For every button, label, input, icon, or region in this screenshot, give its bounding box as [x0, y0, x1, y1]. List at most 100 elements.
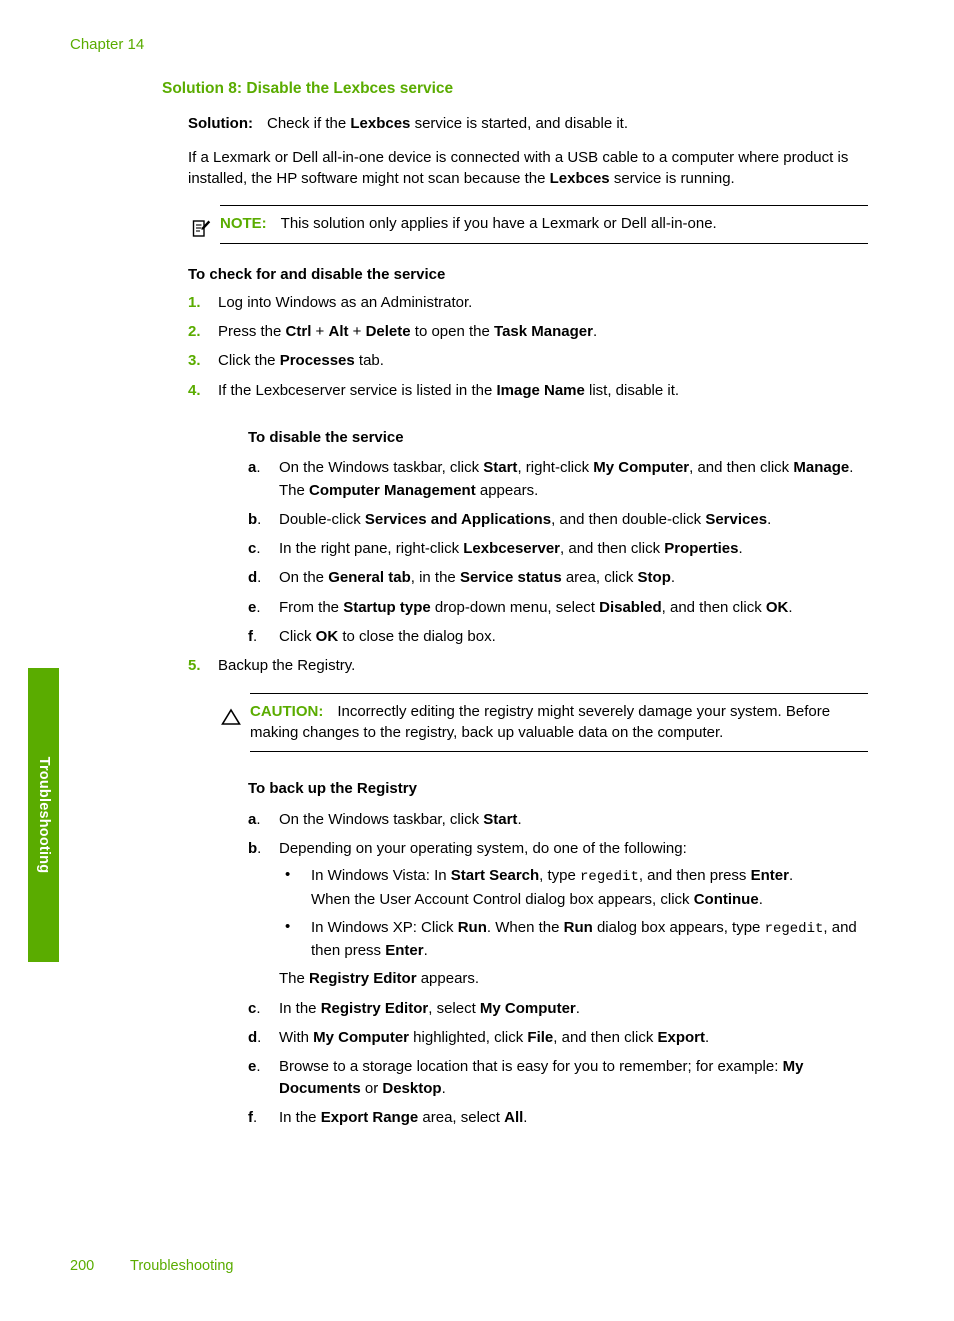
caution-body: CAUTION: Incorrectly editing the registry…	[250, 694, 868, 752]
intro-text-2: service is running.	[609, 170, 735, 188]
solution-label: Solution:	[188, 114, 253, 132]
bullet-marker: •	[285, 918, 291, 936]
step-text: , and then click	[661, 598, 766, 616]
step-marker: 3.	[188, 352, 201, 370]
list-item: • In Windows Vista: In Start Search, typ…	[279, 865, 868, 910]
step-bold: Processes	[279, 352, 355, 370]
os-bullet-list: • In Windows Vista: In Start Search, typ…	[279, 865, 868, 961]
list-item: c. In the Registry Editor, select My Com…	[248, 998, 868, 1019]
step-text: or	[360, 1079, 383, 1097]
page-title: Solution 8: Disable the Lexbces service	[162, 80, 454, 97]
bullet-text: , type	[539, 867, 581, 885]
step-text: .	[441, 1079, 446, 1097]
step-bold: File	[527, 1029, 554, 1047]
step-bold: Lexbceserver	[463, 540, 561, 558]
page-footer: 200 Troubleshooting	[70, 1258, 233, 1274]
list-item: b. Depending on your operating system, d…	[248, 838, 868, 990]
list-item: 1. Log into Windows as an Administrator.	[188, 292, 868, 313]
intro-paragraph: If a Lexmark or Dell all-in-one device i…	[188, 147, 868, 190]
sub-procedure-backup: To back up the Registry a. On the Window…	[248, 778, 868, 1128]
bullet-marker: •	[285, 866, 291, 884]
list-item: d. On the General tab, in the Service st…	[248, 567, 868, 588]
list-item: • In Windows XP: Click Run. When the Run…	[279, 917, 868, 961]
step-bold: My Computer	[313, 1029, 410, 1047]
step-text: On the Windows taskbar, click	[279, 810, 484, 828]
note-label: NOTE:	[220, 215, 267, 233]
bullet-bold: Run	[457, 919, 487, 937]
step-text: Browse to a storage location that is eas…	[279, 1058, 783, 1076]
step-marker: 1.	[188, 293, 201, 311]
step-marker-letter: d	[248, 1029, 258, 1047]
step-text: In the right pane, right-click	[279, 540, 464, 558]
step-marker: e.	[248, 598, 261, 616]
note-admonition: NOTE: This solution only applies if you h…	[188, 205, 868, 244]
intro-bold-1: Lexbces	[549, 170, 610, 188]
list-item: e. Browse to a storage location that is …	[248, 1056, 868, 1099]
list-item: e. From the Startup type drop-down menu,…	[248, 597, 868, 618]
step-text: In the	[279, 1108, 321, 1126]
document-page: Troubleshooting Chapter 14 Solution 8: D…	[0, 0, 954, 1321]
step-text: If the Lexbceserver service is listed in…	[218, 381, 497, 399]
step-marker: f.	[248, 628, 258, 646]
step-text: .	[670, 569, 676, 587]
step-text: area, select	[418, 1108, 505, 1126]
step-marker: 4.	[188, 381, 201, 399]
step-marker: 2.	[188, 323, 201, 341]
step-text: .	[523, 1108, 528, 1126]
step-marker-letter: e	[248, 1058, 257, 1076]
step-marker: b.	[248, 839, 262, 857]
command-text: regedit	[764, 921, 824, 938]
step-bold: My Computer	[593, 459, 690, 477]
chapter-running-head: Chapter 14	[70, 36, 145, 53]
procedure-title-check: To check for and disable the service	[188, 265, 446, 283]
caution-admonition: CAUTION: Incorrectly editing the registry…	[218, 692, 868, 753]
step-bold: General tab	[328, 569, 411, 587]
command-text: regedit	[580, 869, 639, 886]
body-block: Solution: Check if the Lexbces service is…	[188, 113, 868, 1129]
caution-text: Incorrectly editing the registry might s…	[250, 702, 831, 741]
list-item: f. In the Export Range area, select All.	[248, 1107, 868, 1128]
step-text: , in the	[410, 569, 460, 587]
step-text: to open the	[410, 323, 495, 341]
lettered-step-list-backup: a. On the Windows taskbar, click Start . …	[248, 809, 868, 1129]
caution-label: CAUTION:	[250, 702, 324, 720]
list-item: d. With My Computer highlighted, click F…	[248, 1027, 868, 1048]
note-text: This solution only applies if you have a…	[280, 215, 717, 233]
bullet-text: .	[423, 942, 428, 960]
procedure-title-backup: To back up the Registry	[248, 780, 417, 798]
step-marker-letter: e	[248, 598, 257, 616]
bullet-text: In Windows Vista: In	[311, 867, 451, 885]
step-text: highlighted, click	[409, 1029, 528, 1047]
step-text: On the Windows taskbar, click	[279, 459, 484, 477]
step-continuation: The Computer Management appears.	[279, 480, 868, 501]
step-text: Click the	[218, 352, 280, 370]
step-bold: Desktop	[382, 1079, 442, 1097]
step-marker: d.	[248, 1029, 262, 1047]
intro-text-1: If a Lexmark or Dell all-in-one device i…	[188, 148, 849, 188]
bullet-bold: Enter	[750, 867, 789, 885]
step-text: In the	[279, 999, 321, 1017]
footer-page-number: 200	[70, 1258, 95, 1274]
step-marker-letter: c	[248, 540, 257, 558]
list-item: 5. Backup the Registry. CAUTION: Incorrec…	[188, 655, 868, 1128]
step-text: Press the	[218, 323, 286, 341]
step-marker-letter: f	[248, 628, 253, 646]
step-bold: Properties	[664, 540, 739, 558]
step-marker-letter: b	[248, 510, 258, 528]
solution-paragraph: Solution: Check if the Lexbces service is…	[188, 113, 868, 134]
step-marker: f.	[248, 1108, 258, 1126]
step-continuation: The Registry Editor appears.	[279, 968, 868, 989]
solution-bold-1: Lexbces	[350, 114, 411, 132]
side-tab-label: Troubleshooting	[35, 756, 52, 874]
step-bold: Export Range	[320, 1108, 419, 1126]
step-text: , and then double-click	[551, 510, 706, 528]
step-text: list, disable it.	[584, 381, 680, 399]
list-item: c. In the right pane, right-click Lexbce…	[248, 538, 868, 559]
cont-bold: Continue	[693, 891, 759, 908]
step-bold: OK	[765, 598, 789, 616]
step-text: With	[279, 1029, 314, 1047]
step-text: drop-down menu, select	[430, 598, 600, 616]
step-bold: Disabled	[599, 598, 662, 616]
step-marker-letter: d	[248, 569, 258, 587]
step-text: Double-click	[279, 510, 365, 528]
